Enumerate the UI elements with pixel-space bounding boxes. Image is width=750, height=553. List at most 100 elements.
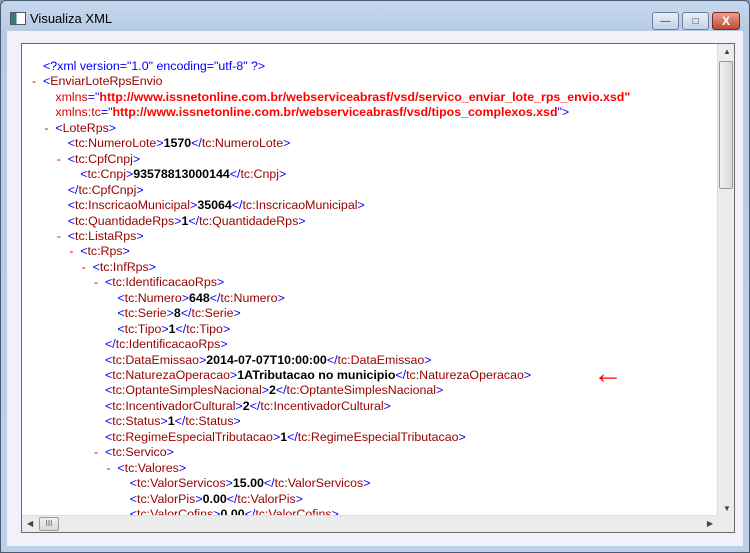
collapse-toggle[interactable]: - xyxy=(94,275,98,290)
tag-name: tc:InscricaoMunicipal xyxy=(242,198,358,213)
xml-line: <tc:DataEmissao>2014-07-07T10:00:00</tc:… xyxy=(105,353,432,368)
markup: > xyxy=(166,445,174,460)
tag-name: tc:QuantidadeRps xyxy=(75,213,175,228)
element-value: 2 xyxy=(242,398,250,413)
collapse-toggle[interactable]: - xyxy=(57,229,61,244)
tag-name: tc:RegimeEspecialTributacao xyxy=(112,429,273,444)
collapse-toggle[interactable]: - xyxy=(57,152,61,167)
element-value: 1570 xyxy=(163,136,192,151)
tag-name: tc:CpfCnpj xyxy=(78,182,137,197)
app-icon xyxy=(10,12,26,25)
markup: < xyxy=(67,198,76,213)
scroll-down-icon[interactable]: ▼ xyxy=(723,504,731,513)
tag-name: tc:NumeroLote xyxy=(75,136,157,151)
attribute-value: http://www.issnetonline.com.br/webservic… xyxy=(99,89,631,104)
maximize-button[interactable]: □ xyxy=(682,12,709,30)
markup: > xyxy=(357,198,365,213)
xml-content: <?xml version="1.0" encoding="utf-8" ?> -… xyxy=(22,44,718,516)
xml-line: xmlns="http://www.issnetonline.com.br/we… xyxy=(55,90,630,105)
tag-name: tc:Tipo xyxy=(124,321,162,336)
xml-declaration: <?xml version="1.0" encoding="utf-8" ?> xyxy=(43,59,266,73)
tag-name: tc:ValorPis xyxy=(137,491,196,506)
collapse-toggle[interactable]: - xyxy=(82,260,86,275)
markup: > xyxy=(216,275,225,290)
collapse-toggle[interactable]: - xyxy=(32,74,36,89)
scrollbar-corner xyxy=(717,515,734,532)
markup: < xyxy=(129,491,138,506)
markup: "> xyxy=(557,105,570,120)
collapse-toggle[interactable]: - xyxy=(69,244,73,259)
collapse-toggle[interactable]: - xyxy=(106,461,110,476)
markup: > xyxy=(436,383,444,398)
markup: < xyxy=(117,306,125,321)
vertical-scroll-thumb[interactable] xyxy=(719,61,733,189)
tag-name: tc:Serie xyxy=(191,306,234,321)
markup: < xyxy=(117,290,125,305)
xml-line: <tc:RegimeEspecialTributacao>1</tc:Regim… xyxy=(105,430,466,445)
markup: > xyxy=(458,429,466,444)
markup: </ xyxy=(188,213,200,228)
tag-name: tc:IncentivadorCultural xyxy=(112,398,236,413)
xml-line: <tc:ValorServicos>15.00</tc:ValorServico… xyxy=(130,476,371,491)
markup: > xyxy=(166,306,174,321)
xml-line: - <tc:ListaRps> xyxy=(57,228,144,244)
xml-line: </tc:IdentificacaoRps> xyxy=(105,337,228,352)
xml-line: <tc:NumeroLote>1570</tc:NumeroLote> xyxy=(68,136,291,151)
markup: </ xyxy=(275,383,287,398)
tag-name: tc:Numero xyxy=(124,290,182,305)
markup: > xyxy=(195,491,203,506)
xml-line: - <tc:IdentificacaoRps> xyxy=(94,275,225,290)
window-title: Visualiza XML xyxy=(30,11,113,26)
markup: > xyxy=(233,414,241,429)
markup: > xyxy=(523,368,532,382)
markup: </ xyxy=(180,306,192,321)
markup: > xyxy=(363,476,371,491)
tag-name: tc:ValorPis xyxy=(237,491,296,506)
markup: < xyxy=(67,228,76,243)
attribute-name: xmlns:tc xyxy=(55,105,101,120)
minimize-button[interactable]: — xyxy=(652,12,679,30)
tag-name: tc:DataEmissao xyxy=(337,352,425,367)
xml-line: - <tc:InfRps> xyxy=(82,259,156,275)
markup: > xyxy=(181,290,190,305)
markup: > xyxy=(122,244,130,259)
tag-name: tc:Status xyxy=(112,414,161,429)
collapse-toggle[interactable]: - xyxy=(44,121,48,136)
markup: > xyxy=(233,306,241,321)
tag-name: EnviarLoteRpsEnvio xyxy=(50,74,163,89)
xml-line: <tc:ValorPis>0.00</tc:ValorPis> xyxy=(130,492,303,507)
tag-name: tc:IncentivadorCultural xyxy=(260,398,384,413)
xml-line: - <tc:CpfCnpj> xyxy=(57,151,141,167)
markup: > xyxy=(222,321,231,336)
xml-line: <tc:Numero>648</tc:Numero> xyxy=(117,291,284,306)
markup: > xyxy=(178,460,187,475)
markup: </ xyxy=(191,136,202,151)
markup: < xyxy=(55,120,63,135)
scroll-up-icon[interactable]: ▲ xyxy=(723,47,731,56)
markup: > xyxy=(161,321,169,336)
element-value: 1 xyxy=(168,321,176,336)
markup: </ xyxy=(67,182,79,197)
tag-name: tc:Servico xyxy=(112,445,167,460)
markup: </ xyxy=(249,398,261,413)
markup: </ xyxy=(175,321,187,336)
markup: < xyxy=(67,151,76,166)
title-bar[interactable]: Visualiza XML — □ X xyxy=(1,1,749,33)
markup: > xyxy=(283,136,291,151)
markup: > xyxy=(108,120,117,135)
scroll-left-icon[interactable]: ◀ xyxy=(27,519,33,528)
markup: > xyxy=(132,151,141,166)
collapse-toggle[interactable]: - xyxy=(94,445,98,460)
tag-name: tc:InfRps xyxy=(99,259,149,274)
xml-line: <tc:Cnpj>93578813000144</tc:Cnpj> xyxy=(80,167,286,182)
xml-line: <tc:QuantidadeRps>1</tc:QuantidadeRps> xyxy=(68,214,306,229)
horizontal-scroll-thumb[interactable]: III xyxy=(39,517,59,531)
vertical-scrollbar[interactable]: ▲ ▼ xyxy=(717,44,734,516)
markup: =" xyxy=(87,89,100,104)
horizontal-scrollbar[interactable]: ◀ III ▶ xyxy=(22,515,718,532)
xml-line: xmlns:tc="http://www.issnetonline.com.br… xyxy=(55,105,569,120)
markup: > xyxy=(298,213,306,228)
close-button[interactable]: X xyxy=(712,12,740,30)
scroll-right-icon[interactable]: ▶ xyxy=(707,519,713,528)
element-value: 15.00 xyxy=(232,476,264,491)
